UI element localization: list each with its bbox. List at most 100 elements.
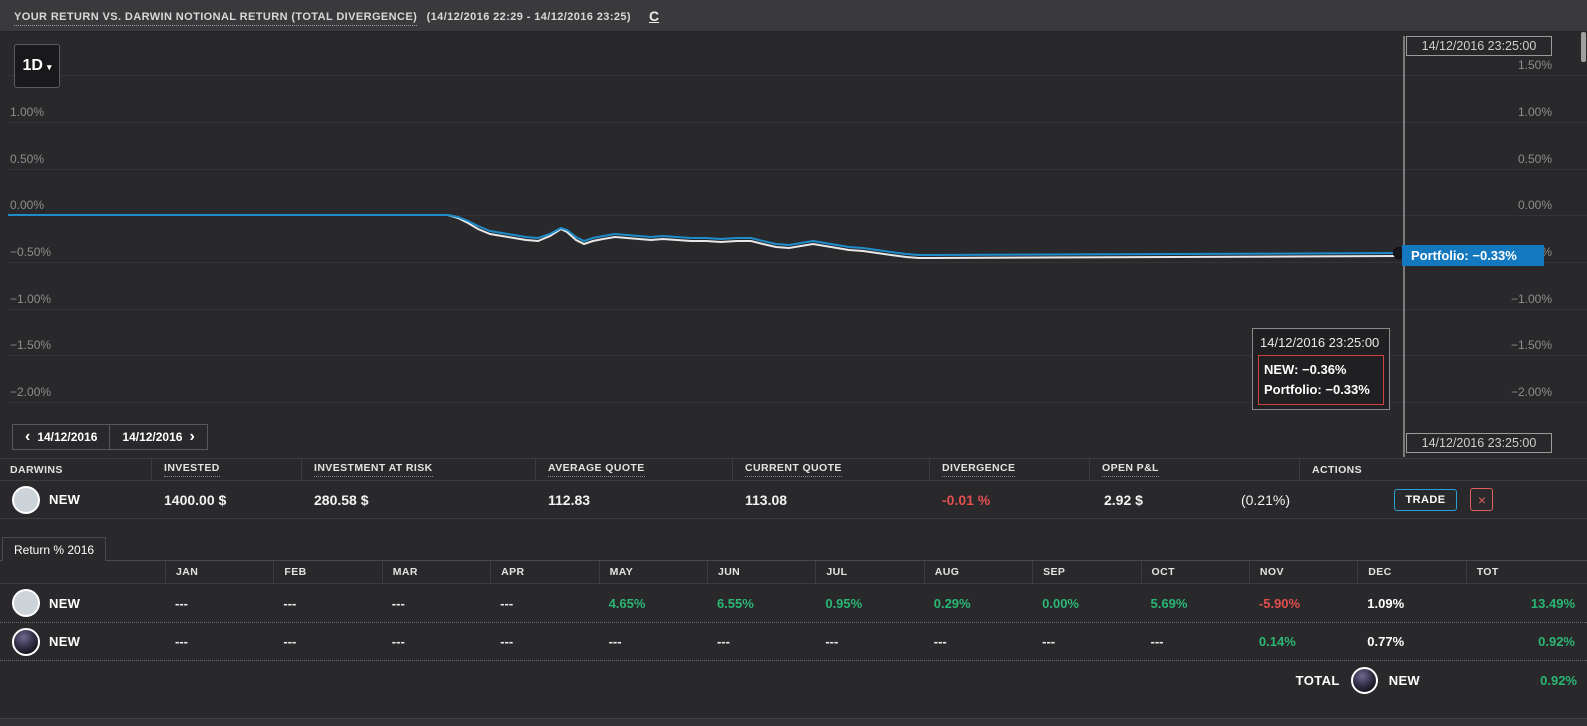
return-cell: ---: [273, 634, 381, 649]
returns-total-row: TOTAL NEW 0.92%: [0, 660, 1587, 700]
return-cell: ---: [1141, 634, 1249, 649]
empty-header-cell: [0, 561, 165, 583]
return-cell: ---: [815, 634, 923, 649]
chevron-right-icon: ›: [189, 431, 194, 443]
returns-section: Return % 2016 JANFEBMARAPRMAYJUNJULAUGSE…: [0, 537, 1587, 700]
return-cell: 0.92%: [1466, 634, 1587, 649]
trade-button[interactable]: TRADE: [1394, 489, 1458, 511]
close-icon: ×: [1478, 492, 1486, 508]
column-header: DARWINS: [0, 459, 152, 480]
month-column-header: DEC: [1357, 561, 1465, 583]
actions-cell: TRADE ×: [1300, 488, 1587, 511]
column-header-label: CURRENT QUOTE: [745, 462, 842, 477]
positions-table-row: NEW 1400.00 $ 280.58 $ 112.83 113.08 -0.…: [0, 481, 1587, 519]
chart-region[interactable]: 1.50%1.00%1.00%0.50%0.50%0.00%0.00%−0.50…: [0, 32, 1587, 458]
chevron-left-icon: ‹: [25, 431, 30, 443]
return-cell: 0.00%: [1032, 596, 1140, 611]
page-title-range: (14/12/2016 22:29 - 14/12/2016 23:25): [427, 11, 631, 23]
portfolio-return-line: [8, 215, 1404, 255]
return-cell: ---: [599, 634, 707, 649]
return-cell: ---: [273, 596, 381, 611]
month-column-header: JAN: [165, 561, 273, 583]
return-cell: -5.90%: [1249, 596, 1357, 611]
column-header-label: INVESTMENT AT RISK: [314, 462, 433, 477]
column-header-label: DIVERGENCE: [942, 462, 1015, 477]
close-position-button[interactable]: ×: [1470, 488, 1493, 511]
refresh-icon[interactable]: C: [643, 7, 665, 25]
month-column-header: MAY: [599, 561, 707, 583]
timeframe-label: 1D: [23, 57, 43, 75]
return-cell: 6.55%: [707, 596, 815, 611]
column-header-label: ACTIONS: [1312, 464, 1362, 476]
return-cell: 0.95%: [815, 596, 923, 611]
month-column-header: FEB: [273, 561, 381, 583]
page-title: YOUR RETURN VS. DARWIN NOTIONAL RETURN (…: [14, 7, 631, 25]
column-header-label: INVESTED: [164, 462, 220, 477]
next-day-label: 14/12/2016: [122, 430, 182, 444]
darwin-avatar: [12, 589, 40, 617]
returns-table-header: JANFEBMARAPRMAYJUNJULAUGSEPOCTNOVDECTOT: [0, 561, 1587, 584]
tooltip-time: 14/12/2016 23:25:00: [1258, 333, 1384, 355]
scrollbar-thumb[interactable]: [1581, 32, 1586, 62]
column-header: CURRENT QUOTE: [733, 459, 930, 480]
column-header-label: DARWINS: [10, 464, 63, 476]
month-column-header: MAR: [382, 561, 490, 583]
open-pl-value: 2.92 $: [1104, 492, 1143, 508]
header-bar: YOUR RETURN VS. DARWIN NOTIONAL RETURN (…: [0, 0, 1587, 32]
total-darwin-name: NEW: [1389, 673, 1420, 688]
positions-table-header: DARWINS INVESTED INVESTMENT AT RISK AVERAGE…: [0, 459, 1587, 481]
tooltip-portfolio-value: Portfolio: −0.33%: [1264, 380, 1378, 400]
prev-day-label: 14/12/2016: [37, 430, 97, 444]
invested-value: 1400.00 $: [152, 492, 302, 508]
tooltip-highlight-box: NEW: −0.36% Portfolio: −0.33%: [1258, 355, 1384, 405]
return-cell: ---: [490, 634, 598, 649]
timeframe-button[interactable]: 1D ▾: [14, 44, 60, 88]
page-title-text: YOUR RETURN VS. DARWIN NOTIONAL RETURN (…: [14, 11, 417, 26]
column-header: AVERAGE QUOTE: [536, 459, 733, 480]
open-pl-cell: 2.92 $ (0.21%): [1090, 492, 1300, 508]
returns-row: NEW------------4.65%6.55%0.95%0.29%0.00%…: [0, 584, 1587, 622]
portfolio-value-badge: Portfolio: −0.33%: [1402, 245, 1544, 266]
month-column-header: JUL: [815, 561, 923, 583]
return-cell: 13.49%: [1466, 596, 1587, 611]
bottom-strip: [0, 718, 1587, 726]
return-cell: ---: [490, 596, 598, 611]
return-cell: 5.69%: [1141, 596, 1249, 611]
column-header: DIVERGENCE: [930, 459, 1090, 480]
return-cell: 4.65%: [599, 596, 707, 611]
column-header: INVESTMENT AT RISK: [302, 459, 536, 480]
returns-tabs-row: Return % 2016: [0, 537, 1587, 561]
darwin-name: NEW: [49, 596, 80, 611]
prev-day-button[interactable]: ‹ 14/12/2016: [13, 425, 109, 449]
month-column-header: JUN: [707, 561, 815, 583]
new-return-line: [8, 215, 1404, 258]
tab-return-2016[interactable]: Return % 2016: [2, 537, 106, 561]
darwin-name-cell[interactable]: NEW: [0, 589, 165, 617]
total-return-value: 0.92%: [1540, 673, 1577, 688]
darwin-name-cell[interactable]: NEW: [0, 486, 152, 514]
divergence-value: -0.01 %: [930, 492, 1090, 508]
next-day-button[interactable]: 14/12/2016 ›: [109, 425, 206, 449]
month-column-header: SEP: [1032, 561, 1140, 583]
return-cell: ---: [382, 634, 490, 649]
month-column-header: OCT: [1141, 561, 1249, 583]
darwin-name: NEW: [49, 634, 80, 649]
month-column-header: NOV: [1249, 561, 1357, 583]
month-column-header: TOT: [1466, 561, 1587, 583]
darwin-name: NEW: [49, 492, 80, 507]
open-pl-percent: (0.21%): [1241, 492, 1290, 508]
darwin-avatar: [12, 628, 40, 656]
return-cell: ---: [1032, 634, 1140, 649]
column-header: INVESTED: [152, 459, 302, 480]
investment-at-risk-value: 280.58 $: [302, 492, 536, 508]
darwin-name-cell[interactable]: NEW: [0, 628, 165, 656]
return-cell: 1.09%: [1357, 596, 1465, 611]
return-cell: ---: [707, 634, 815, 649]
portfolio-avatar: [1351, 667, 1378, 694]
column-header: OPEN P&L: [1090, 459, 1300, 480]
total-label: TOTAL: [1296, 673, 1340, 688]
returns-table-body: NEW------------4.65%6.55%0.95%0.29%0.00%…: [0, 584, 1587, 660]
return-cell: 0.77%: [1357, 634, 1465, 649]
app-window: YOUR RETURN VS. DARWIN NOTIONAL RETURN (…: [0, 0, 1587, 726]
return-cell: 0.14%: [1249, 634, 1357, 649]
